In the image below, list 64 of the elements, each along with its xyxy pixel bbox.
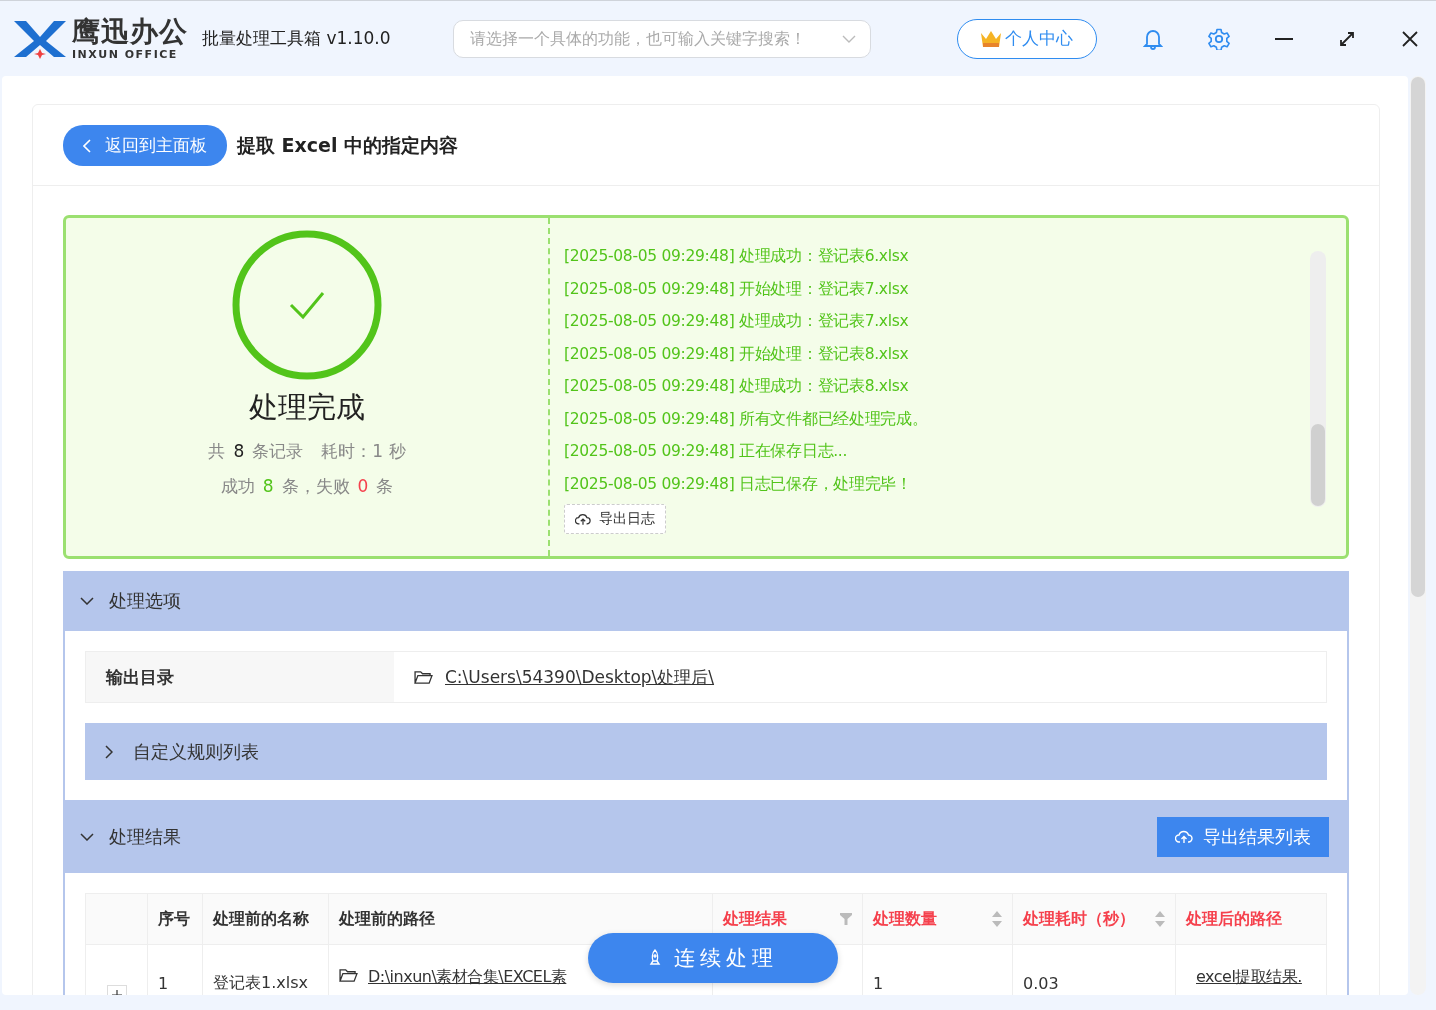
status-title: 处理完成	[249, 389, 365, 426]
app-title: 批量处理工具箱 v1.10.0	[202, 27, 391, 50]
filter-icon[interactable]	[840, 913, 852, 925]
source-path-link[interactable]: D:\inxun\素材合集\EXCEL素	[368, 967, 567, 986]
folder-icon	[339, 968, 358, 983]
table-cell: 1	[158, 973, 169, 993]
sort-icon[interactable]	[992, 911, 1002, 927]
logo-subtitle: INXUN OFFICE	[72, 48, 179, 60]
stat-label: 共	[208, 440, 226, 463]
cloud-upload-icon	[1175, 829, 1193, 844]
folder-icon	[414, 669, 433, 685]
rocket-icon	[648, 949, 662, 967]
cloud-upload-icon	[575, 512, 591, 526]
total-count: 8	[233, 441, 245, 461]
settings-icon[interactable]	[1207, 27, 1230, 50]
elapsed-time: 耗时：1 秒	[321, 440, 406, 463]
log-line: [2025-08-05 09:29:48] 正在保存日志...	[564, 441, 849, 462]
chevron-left-icon	[83, 138, 91, 153]
section-header[interactable]: 自定义规则列表	[85, 723, 1327, 780]
log-line: [2025-08-05 09:29:48] 处理成功：登记表6.xlsx	[564, 246, 910, 267]
sort-icon[interactable]	[1155, 911, 1165, 927]
fail-count: 0	[357, 476, 369, 496]
table-header-cell: 序号	[148, 894, 203, 944]
stat-label: 条，失败	[281, 475, 350, 498]
log-line: [2025-08-05 09:29:48] 所有文件都已经处理完成。	[564, 408, 928, 430]
section-header[interactable]: 处理结果 导出结果列表	[63, 800, 1349, 873]
table-header-cell: 处理数量	[863, 894, 1013, 944]
section-title: 处理选项	[109, 589, 181, 613]
log-line: [2025-08-05 09:29:48] 处理成功：登记表8.xlsx	[564, 376, 910, 397]
section-title: 处理结果	[109, 824, 181, 849]
output-path-link[interactable]: C:\Users\54390\Desktop\处理后\	[445, 665, 715, 689]
log-line: [2025-08-05 09:29:48] 开始处理：登记表7.xlsx	[564, 278, 910, 300]
bell-icon[interactable]	[1142, 27, 1163, 50]
section-title: 自定义规则列表	[133, 739, 259, 764]
scrollbar-thumb[interactable]	[1411, 77, 1425, 597]
table-header-cell: 处理前的名称	[203, 894, 329, 944]
back-button[interactable]: 返回到主面板	[63, 125, 227, 166]
stat-label: 条	[376, 475, 394, 498]
expand-icon[interactable]	[1337, 29, 1356, 48]
output-label: 输出目录	[86, 652, 394, 702]
log-line: [2025-08-05 09:29:48] 处理成功：登记表7.xlsx	[564, 311, 910, 332]
scrollbar-thumb[interactable]	[1311, 424, 1325, 506]
table-cell: 1	[873, 973, 884, 993]
log-line: [2025-08-05 09:29:48] 日志已保存，处理完毕！	[564, 473, 913, 495]
output-file-link[interactable]: excel提取结果.	[1186, 967, 1302, 988]
section-header[interactable]: 处理选项	[63, 571, 1349, 631]
chevron-down-icon	[841, 34, 856, 43]
log-line: [2025-08-05 09:29:48] 开始处理：登记表8.xlsx	[564, 343, 910, 365]
export-log-button[interactable]: 导出日志	[564, 504, 666, 534]
table-header-cell: 处理耗时（秒）	[1013, 894, 1176, 944]
logo-icon	[12, 18, 68, 59]
logo-name: 鹰迅办公	[72, 17, 188, 46]
export-results-button[interactable]: 导出结果列表	[1157, 816, 1329, 857]
table-cell: 0.03	[1023, 973, 1059, 993]
close-icon[interactable]	[1400, 29, 1419, 48]
check-circle-icon	[232, 230, 382, 380]
page-title: 提取 Excel 中的指定内容	[237, 132, 459, 158]
continue-button[interactable]: 连续处理	[588, 933, 838, 983]
table-cell: 登记表1.xlsx	[213, 972, 308, 994]
table-header-cell-text: 处理后的路径	[1184, 907, 1283, 930]
stat-label: 条记录	[252, 440, 304, 463]
stat-label: 成功	[220, 475, 255, 498]
success-count: 8	[262, 476, 274, 496]
search-field[interactable]: 请选择一个具体的功能，也可输入关键字搜索！	[452, 19, 871, 58]
